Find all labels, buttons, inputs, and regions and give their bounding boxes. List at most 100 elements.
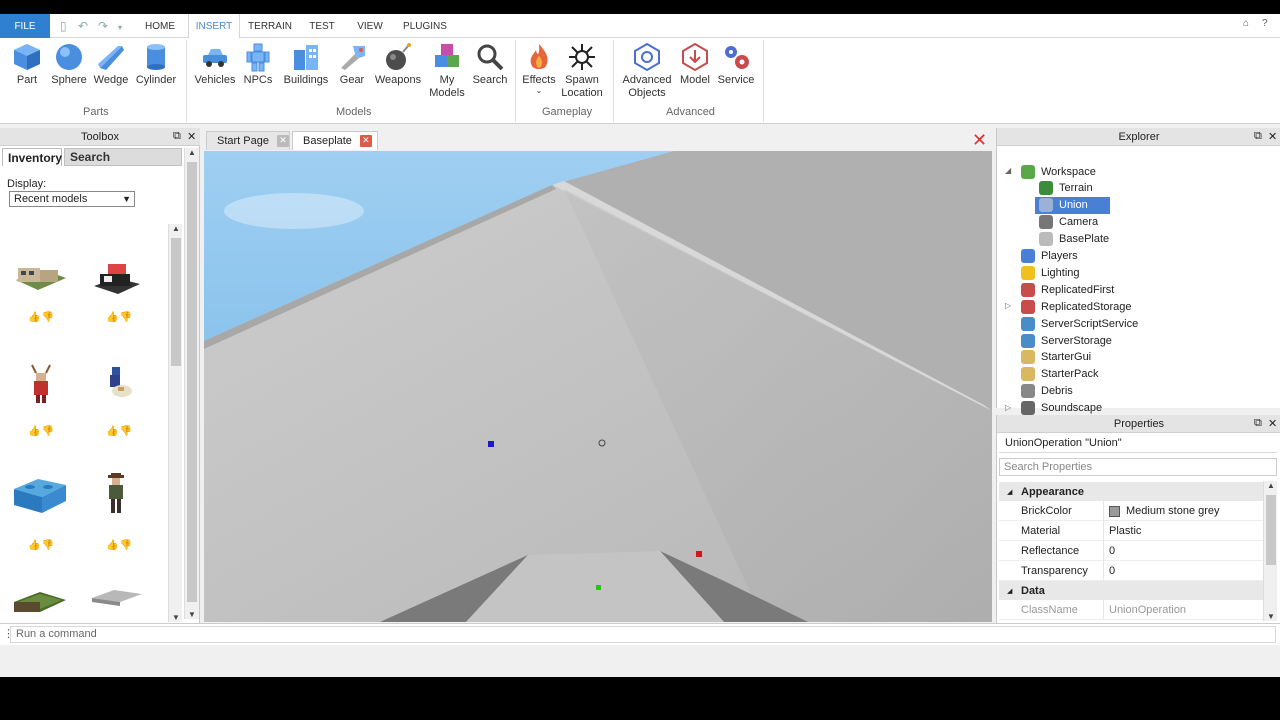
explorer-item-union[interactable]: Union	[1035, 196, 1110, 214]
wedge-button[interactable]: Wedge	[92, 42, 130, 87]
help-icon[interactable]: ?	[1262, 18, 1268, 29]
scrollbar-thumb[interactable]	[187, 162, 197, 602]
close-icon[interactable]: ✕	[1268, 130, 1277, 143]
3d-viewport[interactable]	[204, 151, 992, 622]
building-icon	[291, 42, 321, 72]
scroll-up-arrow[interactable]: ▲	[1264, 481, 1278, 490]
display-select[interactable]: Recent models ▼	[9, 191, 135, 207]
collapse-arrow-icon[interactable]: ◢	[1007, 488, 1012, 496]
tab-start-page[interactable]: Start Page ✕	[206, 131, 290, 150]
property-name: Material	[1021, 525, 1061, 537]
tab-insert[interactable]: INSERT	[188, 14, 240, 39]
tree-expander-icon[interactable]: ▷	[1005, 301, 1011, 310]
dock-icon[interactable]: ⧉	[1254, 130, 1262, 143]
scrollbar-thumb[interactable]	[1266, 495, 1276, 565]
tab-baseplate[interactable]: Baseplate ✕	[292, 131, 378, 150]
dock-icon[interactable]: ⧉	[173, 130, 181, 143]
explorer-item-serverstorage[interactable]: ServerStorage	[1017, 332, 1134, 349]
scroll-up-arrow[interactable]: ▲	[169, 224, 183, 233]
model-thumbnail-shop[interactable]	[10, 258, 70, 302]
explorer-item-lighting[interactable]: Lighting	[1017, 264, 1102, 281]
gear-button[interactable]: Gear	[334, 42, 370, 87]
scrollbar-thumb[interactable]	[171, 238, 181, 366]
scroll-down-arrow[interactable]: ▼	[1264, 612, 1278, 621]
new-file-icon[interactable]: ▯	[60, 19, 67, 33]
category-appearance[interactable]: ◢ Appearance	[999, 482, 1263, 501]
tree-expander-icon[interactable]: ▷	[1005, 403, 1011, 412]
vehicles-button[interactable]: Vehicles	[194, 42, 236, 87]
tab-view[interactable]: VIEW	[350, 14, 390, 38]
models-scrollbar[interactable]: ▲ ▼	[168, 224, 182, 622]
properties-scrollbar[interactable]: ▲ ▼	[1263, 481, 1277, 621]
close-tab-icon[interactable]: ✕	[276, 135, 289, 147]
explorer-item-replicatedstorage[interactable]: ReplicatedStorage	[1017, 298, 1154, 315]
tab-plugins[interactable]: PLUGINS	[398, 14, 452, 38]
tree-expander-icon[interactable]: ◢	[1005, 166, 1011, 175]
tab-search[interactable]: Search	[64, 148, 182, 166]
explorer-item-terrain[interactable]: Terrain	[1035, 180, 1115, 197]
column-divider	[1103, 501, 1104, 521]
collapse-arrow-icon[interactable]: ◢	[1007, 587, 1012, 595]
model-thumbnail-plate[interactable]	[86, 578, 146, 618]
tab-inventory[interactable]: Inventory	[2, 148, 62, 166]
property-row-material[interactable]: Material Plastic	[999, 521, 1263, 541]
sphere-button[interactable]: Sphere	[50, 42, 88, 87]
property-value[interactable]: 0	[1109, 565, 1115, 577]
explorer-item-starterpack[interactable]: StarterPack	[1017, 366, 1120, 383]
model-thumbnail-garden[interactable]	[10, 578, 70, 618]
explorer-item-workspace[interactable]: Workspace	[1017, 163, 1118, 180]
customize-toolbar-icon[interactable]: ▾	[118, 23, 122, 32]
model-thumbnail-character[interactable]	[86, 363, 146, 407]
spawn-location-button[interactable]: Spawn Location	[558, 42, 606, 100]
part-button[interactable]: Part	[10, 42, 44, 87]
explorer-item-camera[interactable]: Camera	[1035, 214, 1120, 231]
my-models-button[interactable]: My Models	[426, 42, 468, 100]
close-tab-icon[interactable]: ✕	[359, 135, 372, 147]
service-button[interactable]: Service	[716, 42, 756, 87]
property-row-transparency[interactable]: Transparency 0	[999, 561, 1263, 581]
scroll-up-arrow[interactable]: ▲	[185, 148, 199, 157]
explorer-item-serverscriptservice[interactable]: ServerScriptService	[1017, 315, 1160, 332]
buildings-button[interactable]: Buildings	[280, 42, 332, 87]
property-value[interactable]: Medium stone grey	[1109, 505, 1220, 517]
vote-icons: 👍👎	[28, 312, 55, 323]
cylinder-button[interactable]: Cylinder	[134, 42, 178, 87]
scroll-down-arrow[interactable]: ▼	[169, 613, 183, 622]
dock-icon[interactable]: ⧉	[1254, 417, 1262, 430]
close-icon[interactable]: ✕	[187, 130, 196, 143]
scroll-down-arrow[interactable]: ▼	[185, 610, 199, 619]
search-models-button[interactable]: Search	[470, 42, 510, 87]
explorer-item-replicatedfirst[interactable]: ReplicatedFirst	[1017, 281, 1136, 298]
model-thumbnail-cowboy[interactable]	[86, 473, 146, 517]
close-document-icon[interactable]: ✕	[972, 131, 987, 149]
property-row-brickcolor[interactable]: BrickColor Medium stone grey	[999, 501, 1263, 521]
category-data[interactable]: ◢ Data	[999, 581, 1263, 600]
property-value[interactable]: 0	[1109, 545, 1115, 557]
command-input[interactable]: Run a command	[10, 626, 1276, 643]
file-menu-button[interactable]: FILE	[0, 14, 50, 38]
model-thumbnail-blue-block[interactable]	[10, 473, 70, 517]
close-icon[interactable]: ✕	[1268, 417, 1277, 430]
property-value[interactable]: Plastic	[1109, 525, 1141, 537]
tab-test[interactable]: TEST	[302, 14, 342, 38]
collapse-ribbon-icon[interactable]: ⌂	[1243, 18, 1249, 29]
model-button[interactable]: Model	[676, 42, 714, 87]
explorer-item-startergui[interactable]: StarterGui	[1017, 349, 1113, 366]
model-thumbnail-reindeer[interactable]	[10, 363, 70, 407]
undo-icon[interactable]: ↶	[78, 19, 88, 33]
advanced-objects-button[interactable]: Advanced Objects	[620, 42, 674, 100]
tab-terrain[interactable]: TERRAIN	[244, 14, 296, 38]
toolbox-outer-scrollbar[interactable]: ▲ ▼	[184, 148, 199, 619]
weapons-button[interactable]: Weapons	[372, 42, 424, 87]
model-thumbnail-vehicle[interactable]	[86, 258, 146, 302]
effects-button[interactable]: Effects ⌄	[520, 42, 558, 95]
search-properties-input[interactable]: Search Properties	[999, 458, 1277, 476]
tab-home[interactable]: HOME	[140, 14, 180, 38]
explorer-item-baseplate[interactable]: BasePlate	[1035, 231, 1131, 248]
effects-dropdown-icon[interactable]: ⌄	[536, 87, 543, 95]
explorer-item-players[interactable]: Players	[1017, 248, 1100, 265]
property-row-reflectance[interactable]: Reflectance 0	[999, 541, 1263, 561]
npcs-button[interactable]: NPCs	[242, 42, 274, 87]
redo-icon[interactable]: ↷	[98, 19, 108, 33]
explorer-item-debris[interactable]: Debris	[1017, 383, 1095, 400]
